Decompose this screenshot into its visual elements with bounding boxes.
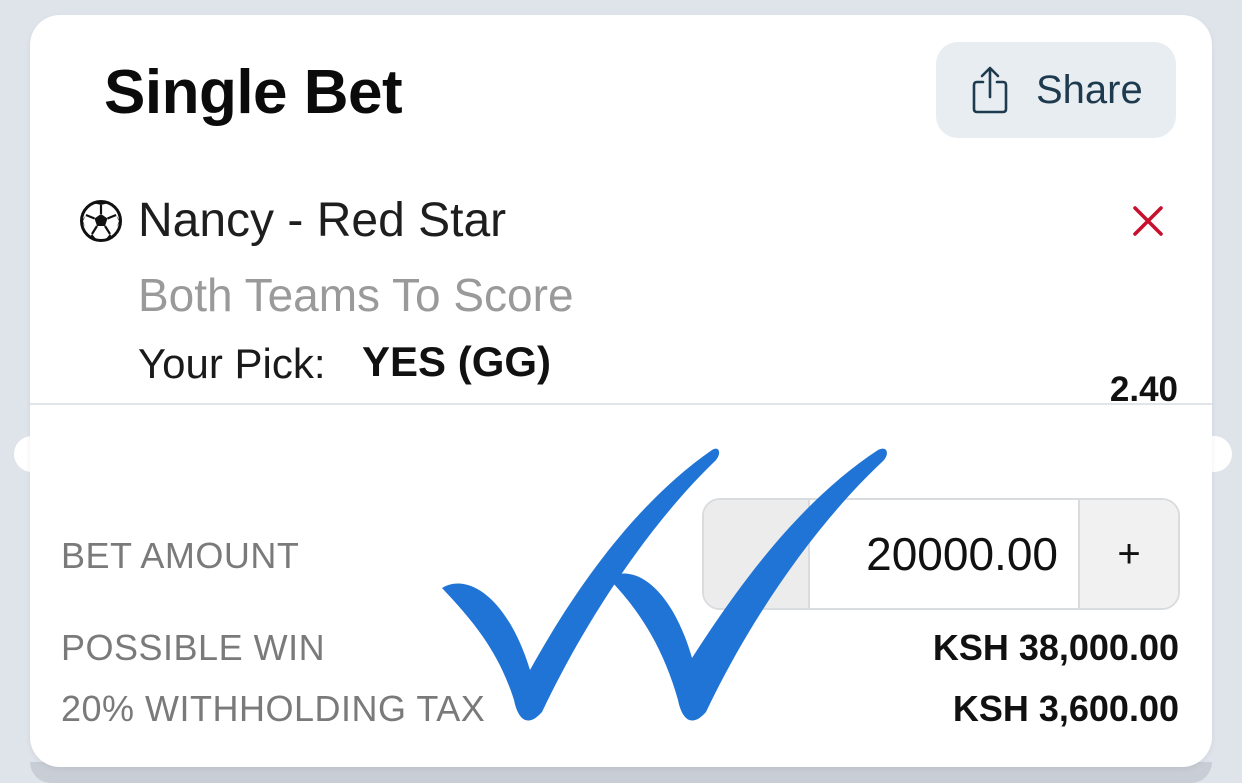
event-name: Nancy - Red Star [138, 194, 507, 247]
withholding-tax-label: 20% WITHHOLDING TAX [61, 688, 486, 729]
pick-value: YES (GG) [362, 338, 552, 385]
pick-label: Your Pick: [138, 340, 326, 387]
possible-win-value: KSH 38,000.00 [932, 627, 1179, 668]
bet-amount-label: BET AMOUNT [61, 535, 300, 576]
soccer-ball-icon [80, 200, 122, 242]
possible-win-label: POSSIBLE WIN [61, 627, 326, 668]
share-button[interactable]: Share [936, 42, 1176, 138]
share-label: Share [1036, 67, 1143, 112]
market-name: Both Teams To Score [138, 269, 574, 321]
withholding-tax-value: KSH 3,600.00 [952, 688, 1179, 729]
bet-slip-card: Single Bet Share Nancy - Red Star Both T… [30, 15, 1212, 767]
close-icon[interactable] [1130, 203, 1166, 239]
share-icon [972, 66, 1008, 114]
bet-amount-input[interactable] [810, 500, 1078, 608]
decrement-button[interactable] [704, 500, 810, 608]
bet-slip-title: Single Bet [104, 58, 403, 127]
bet-amount-stepper: + [702, 498, 1180, 610]
divider [30, 403, 1212, 405]
increment-button[interactable]: + [1078, 500, 1178, 608]
